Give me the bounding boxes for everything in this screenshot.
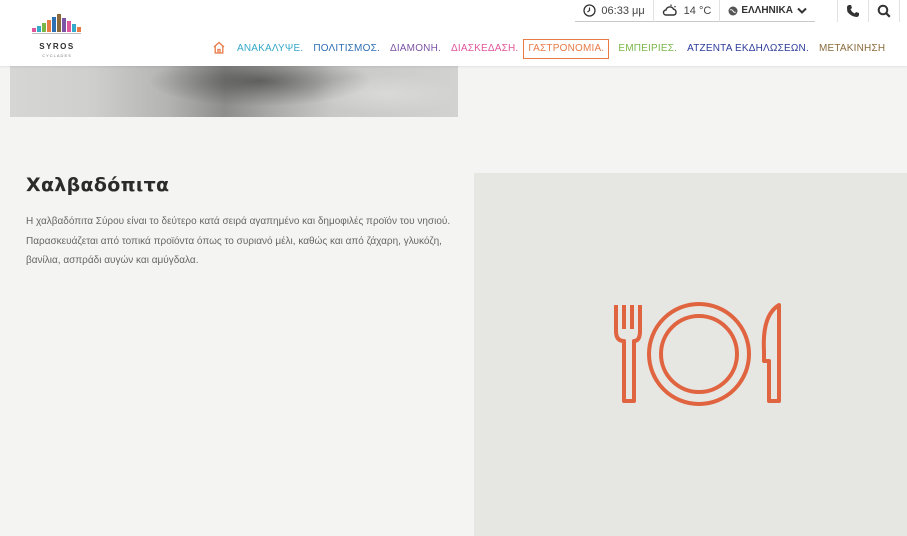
logo-mark-icon: [32, 14, 81, 34]
phone-icon: [846, 4, 860, 18]
article-title: Χαλβαδόπιτα: [26, 174, 170, 196]
nav-item-atzenta[interactable]: ΑΤΖΕΝΤΑ ΕΚΔΗΛΩΣΕΩΝ.: [682, 39, 814, 59]
chevron-down-icon: [797, 7, 807, 14]
nav-item-gastronomia[interactable]: ΓΑΣΤΡΟΝΟΜΙΑ.: [523, 39, 610, 59]
nav-item-diamoni[interactable]: ΔΙΑΜΟΝΗ.: [385, 39, 446, 59]
utility-bar: 06:33 μμ 14 °C ΕΛΛΗΝΙΚΑ: [575, 0, 907, 22]
home-icon: [212, 41, 226, 57]
fork-plate-knife-icon: [614, 302, 781, 406]
search-icon: [877, 4, 891, 18]
brand-tagline: CYCLADES: [42, 53, 72, 58]
language-label: ΕΛΛΗΝΙΚΑ: [741, 5, 793, 16]
clock-icon: [583, 4, 597, 17]
image-placeholder-panel: [474, 173, 907, 536]
article-description: Η χαλβαδόπιτα Σύρου είναι το δεύτερο κατ…: [26, 216, 451, 266]
main-nav: ΑΝΑΚΑΛΥΨΕ. ΠΟΛΙΤΙΣΜΟΣ. ΔΙΑΜΟΝΗ. ΔΙΑΣΚΕΔΑ…: [212, 39, 890, 59]
nav-item-empeiries[interactable]: ΕΜΠΕΙΡΙΕΣ.: [613, 39, 682, 59]
temperature-text: 14 °C: [683, 4, 712, 17]
cloud-sun-icon: [662, 4, 678, 17]
phone-button[interactable]: [837, 0, 868, 22]
search-button[interactable]: [868, 0, 899, 22]
nav-item-politismos[interactable]: ΠΟΛΙΤΙΣΜΟΣ.: [308, 39, 385, 59]
site-header: SYROS CYCLADES 06:33 μμ 14 °C ΕΛΛΗΝΙΚΑ Α…: [0, 0, 907, 66]
language-selector[interactable]: ΕΛΛΗΝΙΚΑ: [719, 0, 815, 22]
nav-item-diaskedasi[interactable]: ΔΙΑΣΚΕΔΑΣΗ.: [446, 39, 523, 59]
brand-name: SYROS: [39, 42, 75, 51]
hero-image: [10, 66, 458, 117]
home-link[interactable]: [212, 39, 232, 59]
nav-item-metakinisi[interactable]: ΜΕΤΑΚΙΝΗΣΗ: [814, 39, 890, 59]
time-display: 06:33 μμ: [575, 0, 653, 22]
topbar-overflow: [899, 0, 907, 22]
time-text: 06:33 μμ: [601, 4, 645, 17]
weather-display: 14 °C: [652, 0, 720, 22]
nav-item-anakalypse[interactable]: ΑΝΑΚΑΛΥΨΕ.: [232, 39, 308, 59]
hero-highlight: [310, 74, 458, 114]
syros-logo[interactable]: SYROS CYCLADES: [26, 12, 88, 62]
globe-icon: [728, 6, 738, 16]
